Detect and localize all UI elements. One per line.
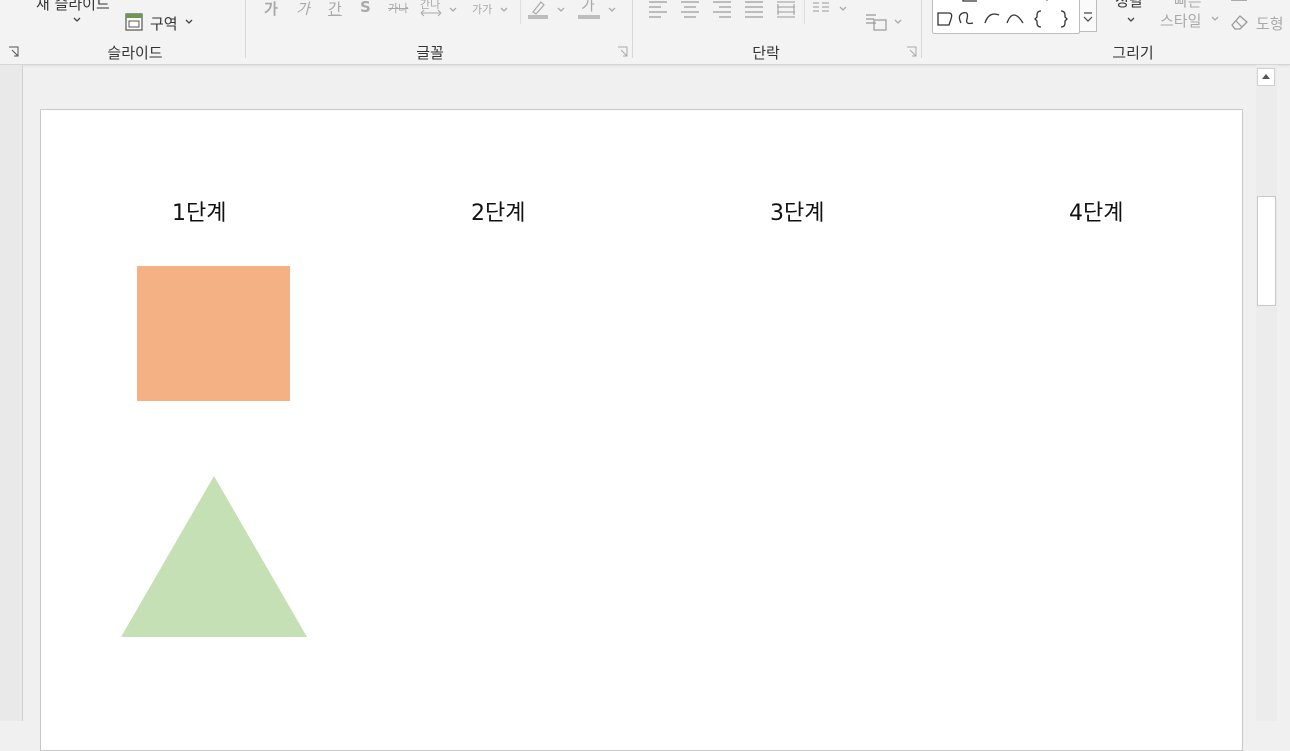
font-group-label: 글꼴 xyxy=(416,44,444,62)
scroll-up-button[interactable] xyxy=(1257,68,1275,86)
quick-styles-button[interactable]: 스타일 xyxy=(1160,10,1201,31)
left-pane-edge xyxy=(0,65,23,721)
chevron-down-icon[interactable] xyxy=(448,6,458,14)
shapes-gallery-icons xyxy=(937,0,1068,28)
group-separator xyxy=(632,0,633,58)
scroll-thumb[interactable] xyxy=(1257,196,1276,306)
arrow-up-icon xyxy=(1262,74,1270,79)
distributed-icon[interactable] xyxy=(776,0,796,20)
slides-group-label: 슬라이드 xyxy=(107,44,163,62)
change-case-button[interactable]: 가가 xyxy=(472,1,492,17)
italic-button[interactable]: 가 xyxy=(296,0,310,19)
align-left-icon[interactable] xyxy=(648,0,668,18)
dialog-launcher-icon[interactable] xyxy=(8,46,19,57)
highlight-icon[interactable] xyxy=(527,0,549,20)
orange-square-shape[interactable] xyxy=(137,266,290,401)
gallery-more-icon xyxy=(1083,12,1093,22)
text-direction-icon[interactable] xyxy=(864,12,888,32)
shape-button[interactable]: 도형 xyxy=(1256,13,1284,34)
strikethrough-button[interactable]: 가나 xyxy=(388,0,408,16)
spacing-arrows-icon xyxy=(420,9,442,17)
shadow-button[interactable]: S xyxy=(360,0,371,16)
columns-icon[interactable] xyxy=(812,1,830,13)
chevron-down-icon[interactable] xyxy=(607,6,617,14)
font-color-bar xyxy=(578,15,600,19)
group-separator xyxy=(245,0,246,58)
font-color-button[interactable]: 가 xyxy=(581,0,595,15)
chevron-down-icon[interactable] xyxy=(184,18,194,26)
underline-button[interactable]: 간 xyxy=(328,0,342,19)
align-right-icon[interactable] xyxy=(712,0,732,18)
ribbon: 새 슬라이드 구역 슬라이드 가 가 간 S 가나 간나 가가 가 글꼴 단락 xyxy=(0,0,1290,65)
separator xyxy=(804,0,805,24)
shapes-gallery-scroll[interactable] xyxy=(1079,0,1097,32)
justify-icon[interactable] xyxy=(744,0,764,18)
eraser-icon[interactable] xyxy=(1228,13,1250,31)
new-slide-button[interactable]: 새 슬라이드 xyxy=(36,0,110,14)
vertical-scrollbar[interactable] xyxy=(1256,65,1277,721)
section-button[interactable]: 구역 xyxy=(150,13,178,34)
group-separator xyxy=(921,0,922,58)
shapes-gallery[interactable] xyxy=(932,0,1080,34)
chevron-down-icon[interactable] xyxy=(893,18,903,26)
chevron-down-icon[interactable] xyxy=(1126,16,1136,24)
dialog-launcher-icon[interactable] xyxy=(617,46,628,57)
align-center-icon[interactable] xyxy=(680,0,700,18)
dialog-launcher-icon[interactable] xyxy=(906,46,917,57)
drawing-group-label: 그리기 xyxy=(1112,44,1154,62)
green-triangle-shape[interactable] xyxy=(121,476,307,637)
step-1-label[interactable]: 1단계 xyxy=(172,195,226,227)
step-4-label[interactable]: 4단계 xyxy=(1069,195,1123,227)
chevron-down-icon[interactable] xyxy=(556,6,566,14)
slide-canvas[interactable]: 1단계 2단계 3단계 4단계 xyxy=(40,109,1243,751)
chevron-down-icon[interactable] xyxy=(1210,15,1220,23)
paragraph-group-label: 단락 xyxy=(752,44,780,62)
chevron-down-icon[interactable] xyxy=(72,16,82,24)
step-3-label[interactable]: 3단계 xyxy=(770,195,824,227)
separator xyxy=(520,0,521,24)
step-2-label[interactable]: 2단계 xyxy=(471,195,525,227)
arrange-button[interactable]: 정렬 xyxy=(1115,0,1143,11)
chevron-down-icon[interactable] xyxy=(499,6,509,14)
bold-button[interactable]: 가 xyxy=(264,0,278,19)
section-icon xyxy=(125,13,143,31)
shape-outline-line xyxy=(1231,0,1247,1)
chevron-down-icon[interactable] xyxy=(838,5,848,13)
